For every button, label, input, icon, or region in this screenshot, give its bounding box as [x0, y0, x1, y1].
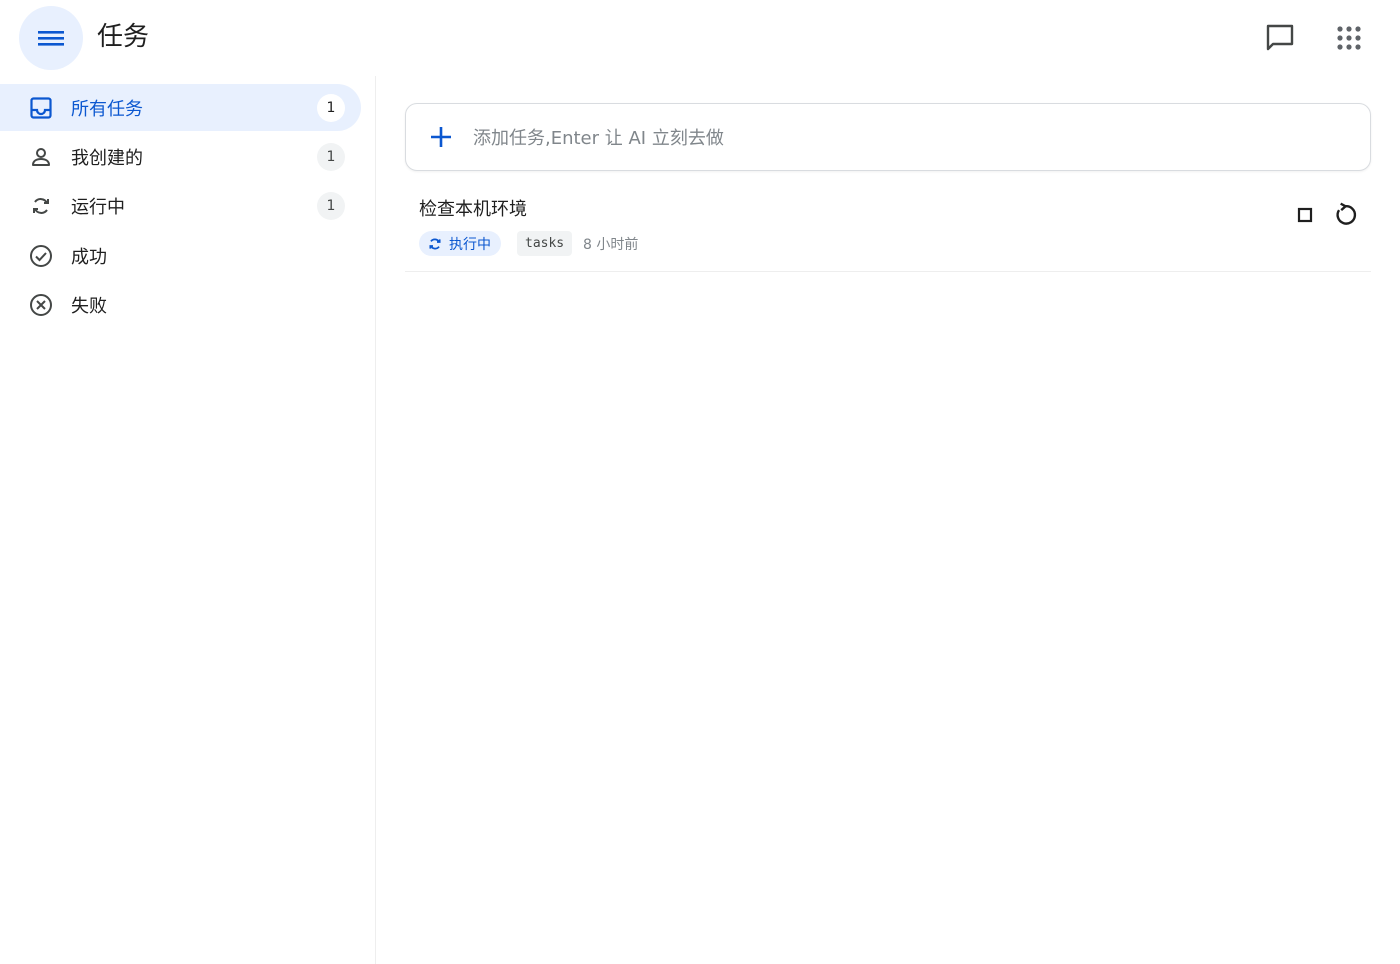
- timestamp: 8 小时前: [583, 237, 639, 253]
- add-task-box[interactable]: [405, 103, 1371, 171]
- sidebar-item-running[interactable]: 运行中 1: [0, 182, 361, 229]
- check-circle-icon: [28, 243, 54, 269]
- status-label: 执行中: [449, 236, 491, 253]
- retry-button[interactable]: [1327, 197, 1363, 233]
- sync-icon: [28, 193, 54, 219]
- apps-grid-icon: [1337, 26, 1361, 50]
- page-title: 任务: [97, 22, 150, 52]
- sync-icon: [429, 238, 441, 249]
- main-content: 检查本机环境 执行中 tasks 8 小时前: [376, 76, 1400, 964]
- sidebar-item-label: 我创建的: [71, 147, 143, 169]
- sidebar-item-failed[interactable]: 失败: [0, 281, 361, 328]
- sidebar-item-label: 运行中: [71, 196, 125, 218]
- task-row[interactable]: 检查本机环境 执行中 tasks 8 小时前: [405, 183, 1371, 272]
- cancel-circle-icon: [28, 292, 54, 318]
- count-badge: 1: [317, 93, 345, 122]
- sidebar-item-label: 失败: [71, 295, 107, 317]
- top-app-bar: 任务: [0, 0, 1400, 76]
- add-task-input[interactable]: [471, 118, 1355, 158]
- chat-button[interactable]: [1256, 14, 1304, 62]
- hamburger-icon: [38, 31, 64, 46]
- count-badge: 1: [317, 142, 345, 171]
- inbox-icon: [28, 95, 54, 121]
- plus-icon: [431, 127, 451, 147]
- task-title: 检查本机环境: [419, 199, 527, 220]
- sidebar-item-all-tasks[interactable]: 所有任务 1: [0, 84, 361, 131]
- stop-button[interactable]: [1287, 197, 1323, 233]
- tag-chip: tasks: [517, 231, 573, 256]
- menu-button[interactable]: [19, 6, 83, 70]
- status-badge: 执行中: [419, 231, 501, 256]
- refresh-icon: [1336, 202, 1357, 225]
- apps-button[interactable]: [1325, 14, 1373, 62]
- sidebar-item-success[interactable]: 成功: [0, 232, 361, 279]
- person-icon: [28, 144, 54, 170]
- sidebar-item-label: 所有任务: [71, 98, 143, 120]
- sidebar: 所有任务 1 我创建的 1 运行中 1 成功 失败: [0, 76, 376, 964]
- sidebar-item-label: 成功: [71, 246, 107, 268]
- count-badge: 1: [317, 191, 345, 220]
- sidebar-item-created-by-me[interactable]: 我创建的 1: [0, 133, 361, 180]
- chat-icon: [1266, 24, 1294, 51]
- stop-icon: [1297, 207, 1313, 223]
